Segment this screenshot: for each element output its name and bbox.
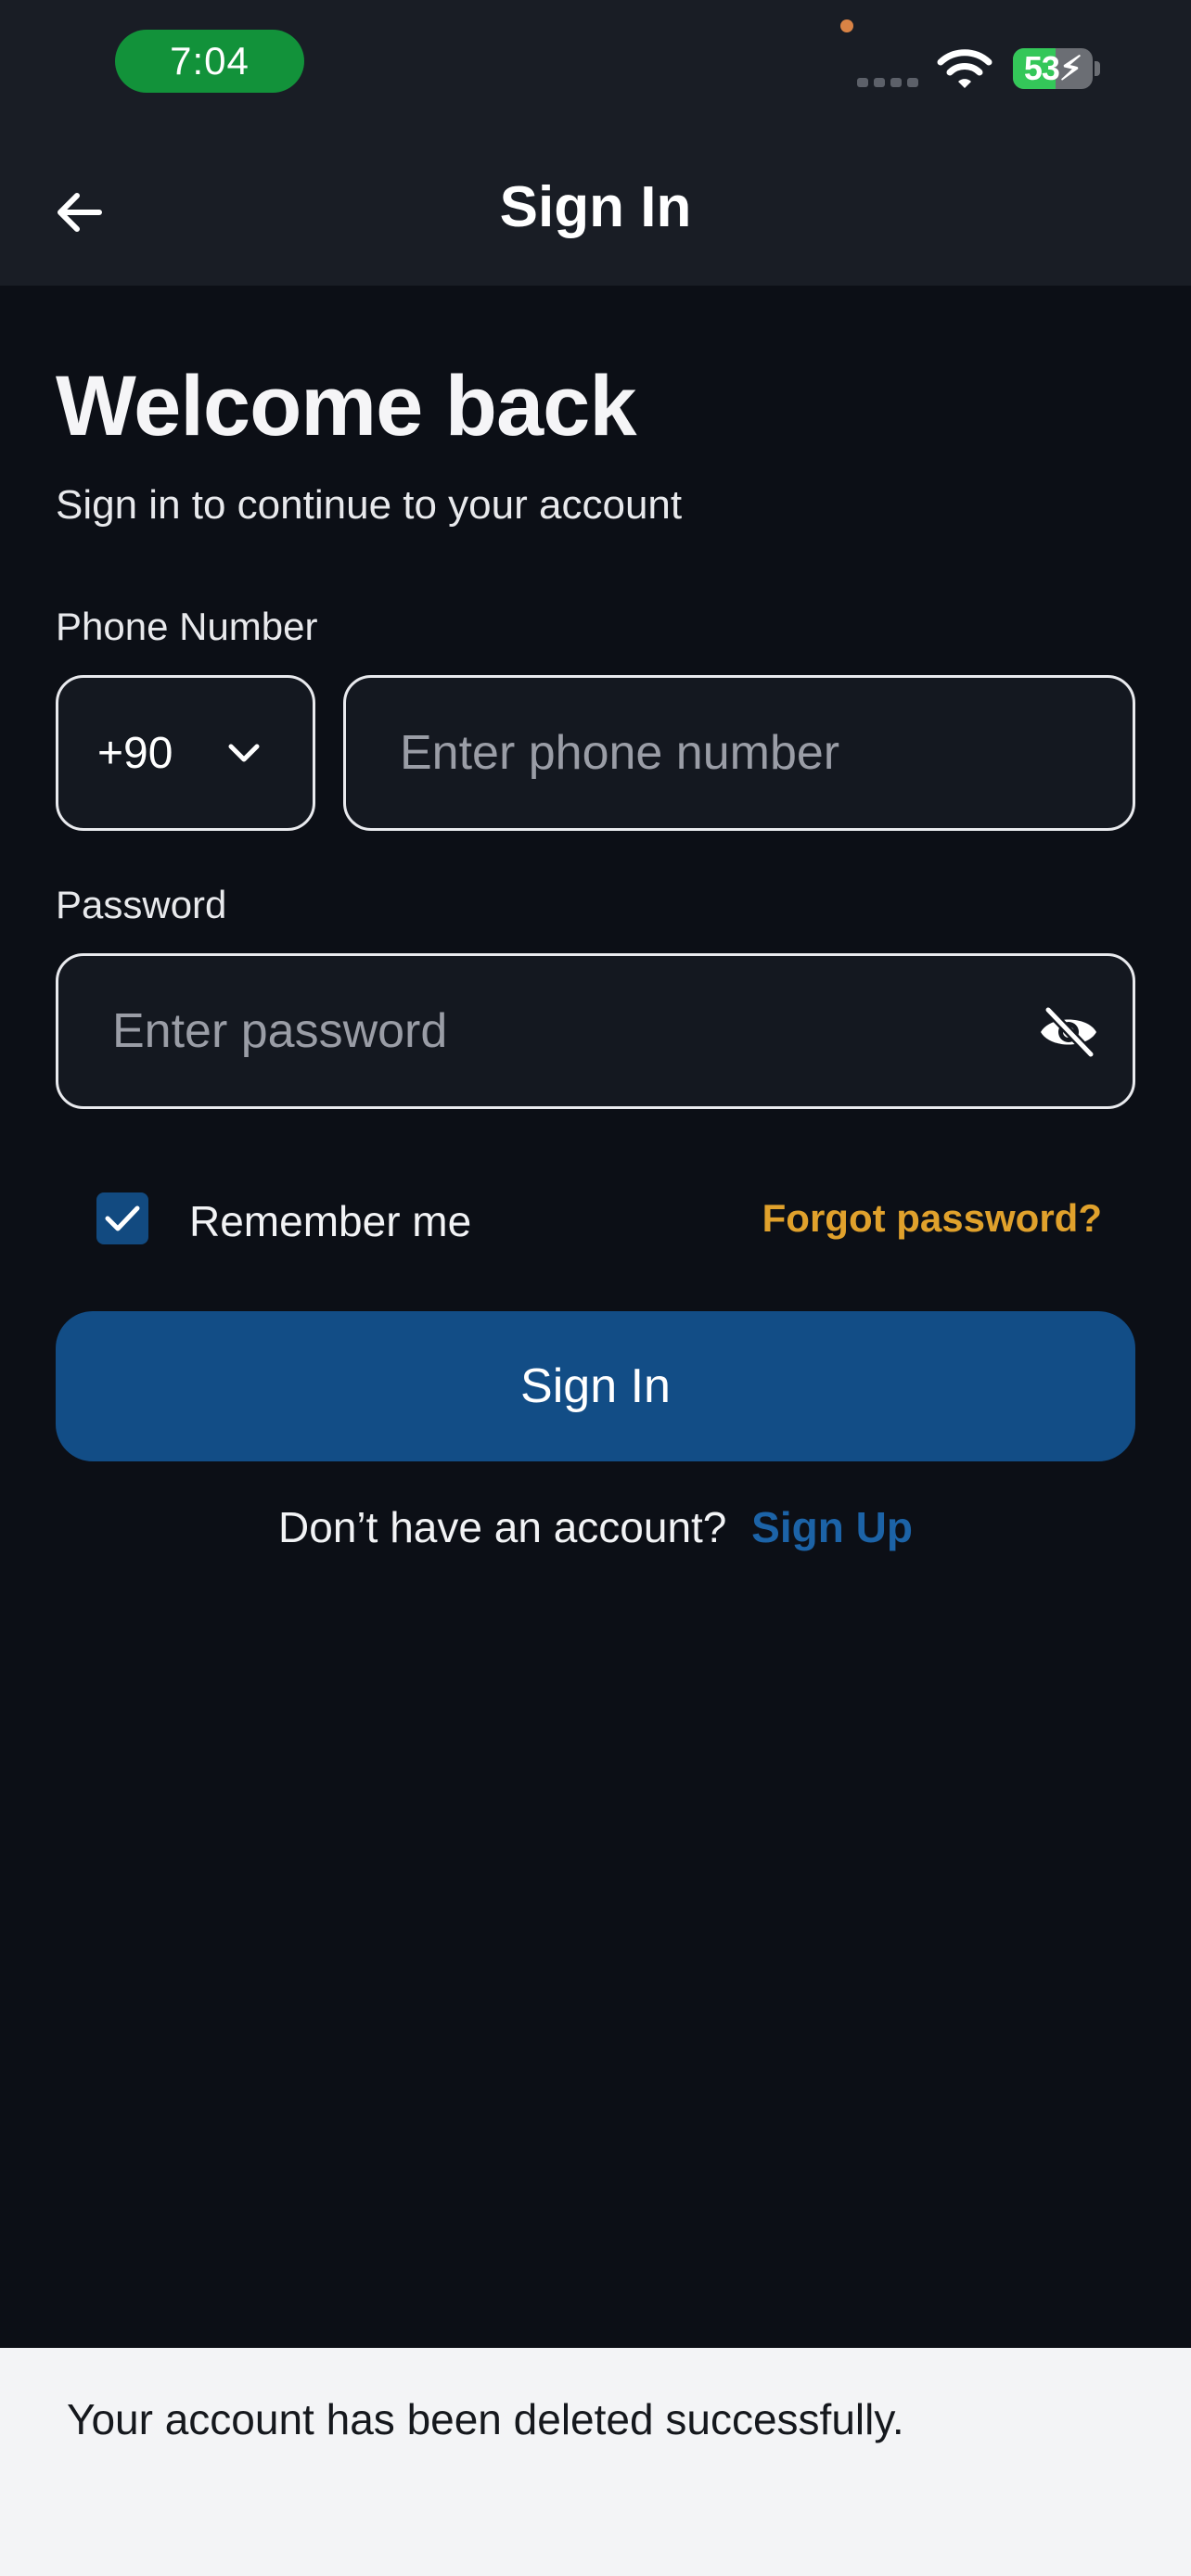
eye-off-icon bbox=[1041, 1005, 1096, 1059]
cellular-signal-icon bbox=[857, 78, 918, 87]
toast-message: Your account has been deleted successful… bbox=[67, 2395, 904, 2443]
battery-percent: 53 ⚡︎ bbox=[1023, 49, 1082, 87]
country-code-select[interactable]: +90 bbox=[56, 675, 315, 831]
toast-notification: Your account has been deleted successful… bbox=[0, 2348, 1191, 2576]
battery-icon: 53 ⚡︎ bbox=[1013, 48, 1093, 89]
sign-up-link[interactable]: Sign Up bbox=[751, 1503, 913, 1551]
password-label: Password bbox=[56, 883, 227, 926]
checkmark-icon bbox=[105, 1205, 140, 1231]
remember-me-checkbox[interactable] bbox=[96, 1192, 148, 1244]
status-time: 7:04 bbox=[115, 30, 304, 93]
welcome-subtitle: Sign in to continue to your account bbox=[56, 482, 683, 528]
phone-number-input[interactable] bbox=[343, 675, 1135, 831]
remember-me-label[interactable]: Remember me bbox=[189, 1196, 471, 1246]
app-header: Sign In bbox=[0, 130, 1191, 286]
sign-in-button[interactable]: Sign In bbox=[56, 1311, 1135, 1461]
chevron-down-icon bbox=[228, 744, 260, 762]
remember-me-row: Remember me Forgot password? bbox=[56, 1187, 1135, 1261]
toggle-password-visibility-button[interactable] bbox=[1036, 1002, 1101, 1062]
password-input[interactable] bbox=[58, 956, 1023, 1106]
signup-prompt-row: Don’t have an account? Sign Up bbox=[56, 1502, 1135, 1552]
wifi-icon bbox=[937, 49, 992, 88]
battery-cap bbox=[1095, 61, 1100, 76]
country-code-value: +90 bbox=[97, 728, 173, 778]
password-field bbox=[56, 953, 1135, 1109]
camera-indicator-dot bbox=[840, 19, 853, 32]
page-title: Sign In bbox=[499, 175, 692, 239]
status-bar: 7:04 53 ⚡︎ bbox=[0, 0, 1191, 130]
phone-number-label: Phone Number bbox=[56, 605, 318, 648]
welcome-heading: Welcome back bbox=[56, 359, 636, 453]
forgot-password-link[interactable]: Forgot password? bbox=[762, 1196, 1102, 1241]
signup-prompt-text: Don’t have an account? bbox=[278, 1503, 727, 1551]
